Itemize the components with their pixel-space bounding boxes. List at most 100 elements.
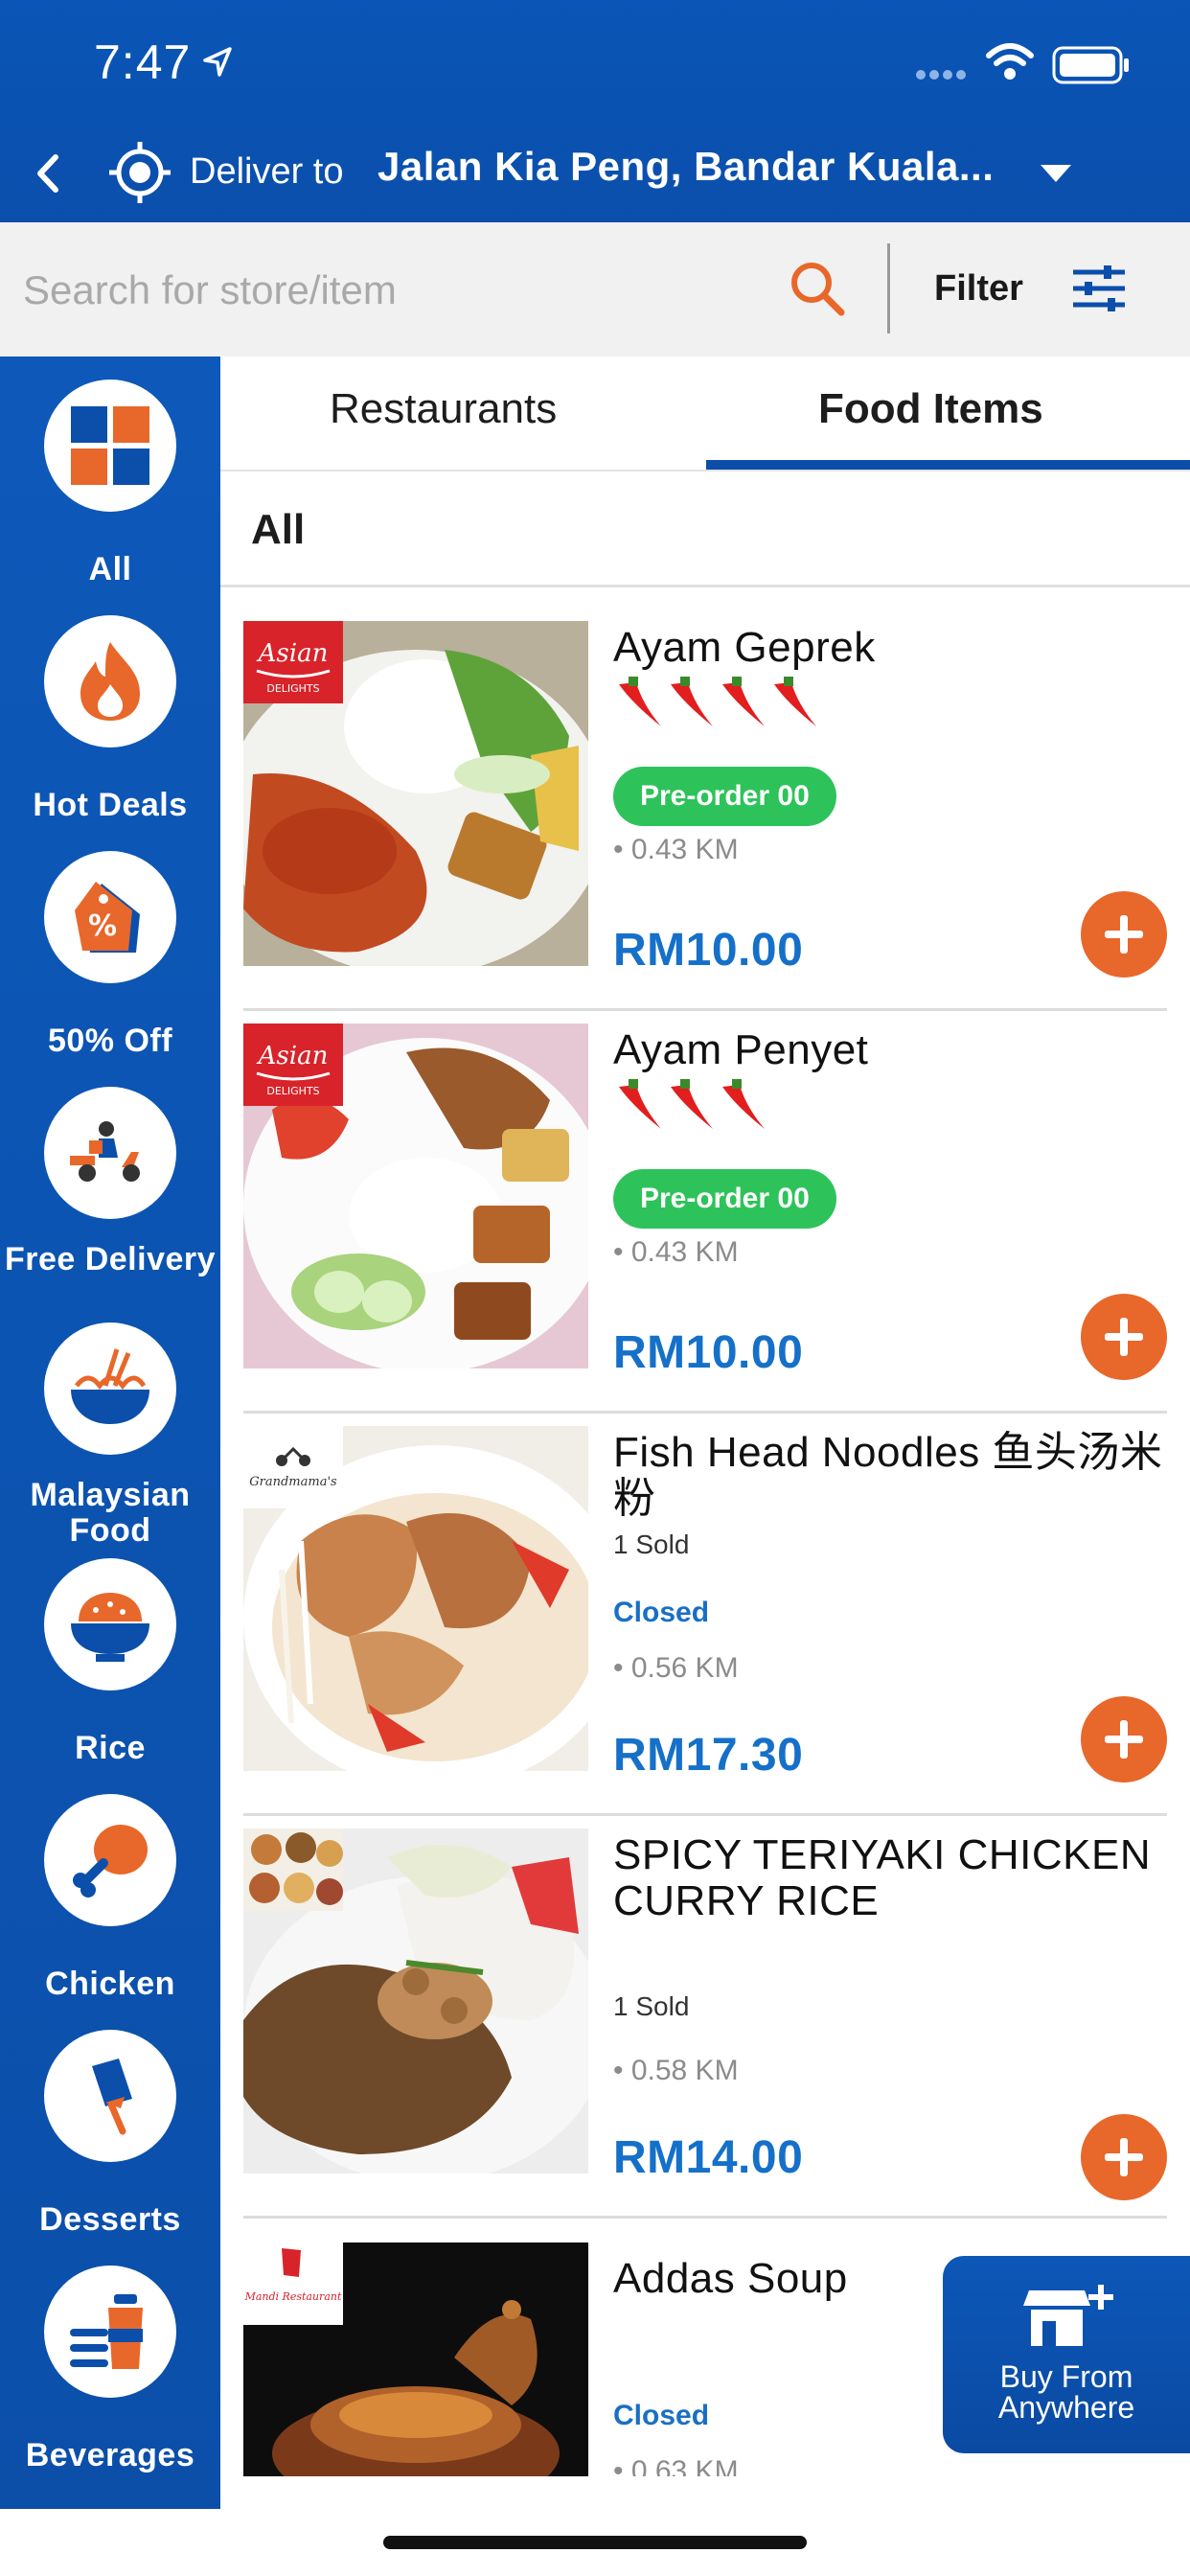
preorder-badge: Pre-order 00: [613, 1169, 836, 1229]
food-item-name: SPICY TERIYAKI CHICKEN CURRY RICE: [613, 1831, 1152, 1924]
food-price: RM10.00: [613, 925, 804, 976]
category-label: Chicken: [45, 1966, 175, 2002]
food-photo: Asian DELIGHTS: [243, 1024, 588, 1368]
restaurant-logo: Asian DELIGHTS: [243, 621, 343, 703]
distance: • 0.56 KM: [613, 1652, 739, 1684]
grid-icon: [71, 406, 149, 485]
food-item-card[interactable]: Grandmama's Fish Head Noodles 鱼头汤米粉 1 So…: [243, 1426, 1167, 1828]
restaurant-logo: Asian DELIGHTS: [243, 1024, 343, 1106]
category-label: Free Delivery: [4, 1241, 217, 1277]
spicy-level-icon: [619, 1079, 765, 1129]
category-label: Rice: [75, 1730, 146, 1766]
distance: • 0.43 KM: [613, 834, 739, 865]
ice-cream-icon: [92, 2058, 132, 2135]
filter-sliders-icon[interactable]: [1071, 264, 1127, 312]
app-screen: 7:47 Deliver to Jalan Kia Peng, Bandar K…: [0, 0, 1190, 2576]
discount-tag-icon: %: [75, 882, 140, 953]
preorder-badge: Pre-order 00: [613, 767, 836, 826]
distance: • 0.58 KM: [613, 2055, 739, 2086]
chicken-leg-icon: [73, 1825, 148, 1898]
delivery-address[interactable]: Jalan Kia Peng, Bandar Kuala...: [378, 144, 1010, 190]
category-label: Beverages: [25, 2437, 195, 2473]
header: 7:47 Deliver to Jalan Kia Peng, Bandar K…: [0, 0, 1190, 222]
deliver-to-label: Deliver to: [190, 151, 344, 192]
category-label: Malaysian Food: [30, 1477, 191, 1549]
svg-text:DELIGHTS: DELIGHTS: [266, 682, 319, 695]
plus-icon: [1105, 2138, 1143, 2176]
food-photo: Asian DELIGHTS: [243, 621, 588, 966]
food-item-card[interactable]: Asian DELIGHTS Ayam Penyet Pre-order 00 •…: [243, 1024, 1167, 1426]
flame-icon: [80, 642, 140, 721]
buy-from-anywhere-label: Buy From Anywhere: [997, 2359, 1135, 2425]
restaurant-logo: Grandmama's: [243, 1426, 343, 1508]
category-label: 50% Off: [47, 1023, 173, 1059]
search-icon[interactable]: [788, 259, 847, 318]
closed-status: Closed: [613, 2400, 710, 2431]
svg-text:Grandmama's: Grandmama's: [249, 1475, 337, 1489]
closed-status: Closed: [613, 1597, 710, 1628]
signal-icon: [916, 70, 966, 80]
svg-text:%: %: [88, 909, 117, 943]
add-to-cart-button[interactable]: [1081, 1696, 1167, 1782]
restaurant-logo: [243, 1828, 343, 1911]
food-price: RM17.30: [613, 1730, 804, 1781]
store-plus-icon: [1023, 2285, 1113, 2346]
location-target-icon: [109, 142, 171, 203]
food-photo: Mandi Restaurant: [243, 2242, 588, 2476]
noodle-bowl-icon: [71, 1348, 149, 1424]
svg-text:Asian: Asian: [257, 1042, 329, 1070]
plus-icon: [1105, 915, 1143, 954]
home-indicator: [383, 2536, 807, 2549]
sold-count: 1 Sold: [613, 1991, 690, 2021]
food-price: RM14.00: [613, 2132, 804, 2183]
add-to-cart-button[interactable]: [1081, 2114, 1167, 2200]
category-sidebar: All Hot Deals % 50% Off Free Delivery Ma…: [0, 356, 220, 2509]
beverage-icon: [70, 2294, 143, 2369]
restaurant-logo: Mandi Restaurant: [243, 2242, 343, 2325]
address-dropdown-icon[interactable]: [1041, 165, 1071, 182]
search-divider: [887, 243, 890, 334]
tab-restaurants[interactable]: Restaurants: [330, 385, 557, 433]
section-divider: [220, 585, 1190, 587]
rice-bowl-icon: [71, 1593, 149, 1662]
delivery-scooter-icon: [70, 1121, 140, 1182]
food-item-name: Ayam Penyet: [613, 1026, 869, 1073]
battery-icon: [1052, 46, 1129, 84]
plus-icon: [1105, 1318, 1143, 1356]
plus-icon: [1105, 1720, 1143, 1759]
category-label: Desserts: [39, 2201, 181, 2238]
wifi-icon: [986, 43, 1034, 80]
add-to-cart-button[interactable]: [1081, 891, 1167, 978]
food-item-card[interactable]: SPICY TERIYAKI CHICKEN CURRY RICE 1 Sold…: [243, 1828, 1167, 2231]
category-label: All: [88, 551, 132, 587]
category-label: Hot Deals: [33, 787, 188, 823]
search-bar: Filter: [0, 222, 1190, 356]
tab-bar: Restaurants Food Items: [220, 356, 1190, 472]
status-time: 7:47: [94, 35, 192, 89]
card-divider: [243, 1411, 1167, 1414]
spicy-level-icon: [619, 677, 816, 726]
distance: • 0.63 KM: [613, 2455, 739, 2476]
card-divider: [243, 2216, 1167, 2219]
food-price: RM10.00: [613, 1327, 804, 1378]
location-arrow-icon: [203, 47, 232, 77]
buy-from-anywhere-button[interactable]: Buy From Anywhere: [943, 2256, 1190, 2453]
tab-food-items[interactable]: Food Items: [818, 385, 1043, 433]
active-tab-indicator: [706, 460, 1190, 470]
sold-count: 1 Sold: [613, 1530, 690, 1559]
filter-button[interactable]: Filter: [934, 268, 1023, 310]
back-chevron-icon[interactable]: [33, 153, 61, 194]
food-photo: [243, 1828, 588, 2174]
food-item-name: Fish Head Noodles 鱼头汤米粉: [613, 1429, 1163, 1522]
food-item-card[interactable]: Asian DELIGHTS Ayam Geprek Pre-order 00 •…: [243, 621, 1167, 1024]
card-divider: [243, 1813, 1167, 1816]
svg-text:Asian: Asian: [257, 639, 329, 668]
add-to-cart-button[interactable]: [1081, 1294, 1167, 1380]
food-photo: Grandmama's: [243, 1426, 588, 1771]
distance: • 0.43 KM: [613, 1236, 739, 1268]
card-divider: [243, 1008, 1167, 1011]
svg-text:Mandi Restaurant: Mandi Restaurant: [244, 2290, 342, 2303]
section-title: All: [251, 506, 306, 553]
svg-text:DELIGHTS: DELIGHTS: [266, 1085, 319, 1097]
search-input[interactable]: [23, 261, 761, 320]
